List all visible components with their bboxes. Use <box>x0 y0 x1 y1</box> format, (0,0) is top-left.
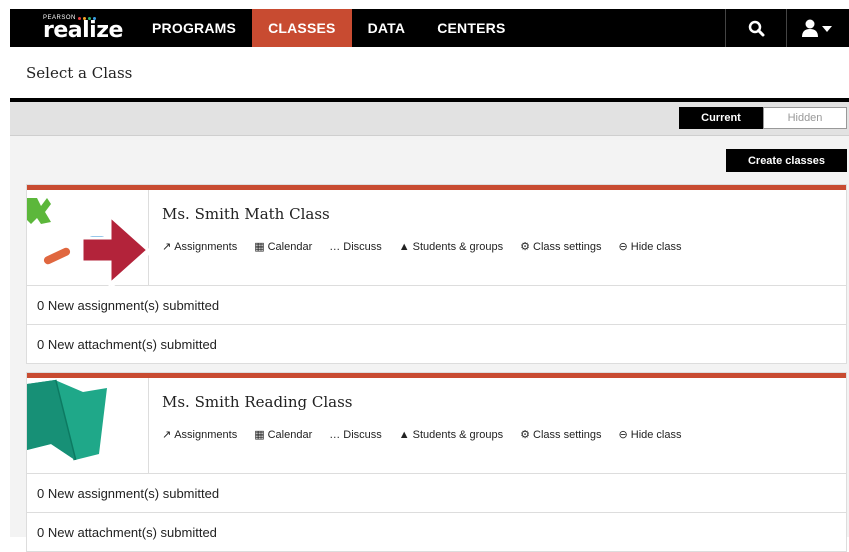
class-settings-link[interactable]: ⚙ Class settings <box>520 428 601 442</box>
nav-classes[interactable]: CLASSES <box>252 9 352 47</box>
page-title: Select a Class <box>26 64 133 82</box>
gear-icon: ⚙ <box>520 429 531 441</box>
calendar-icon: ▦ <box>254 241 265 253</box>
nav-centers[interactable]: CENTERS <box>421 9 521 47</box>
discuss-link[interactable]: … Discuss <box>329 240 382 253</box>
current-toggle[interactable]: Current <box>679 107 763 129</box>
minus-circle-icon: ⊖ <box>618 241 628 253</box>
person-icon: ▲ <box>398 428 410 441</box>
reading-class-thumbnail[interactable] <box>27 378 149 473</box>
hide-class-link[interactable]: ⊖ Hide class <box>618 428 682 442</box>
share-icon: ↗ <box>162 241 172 253</box>
user-menu-button[interactable] <box>786 9 849 47</box>
search-button[interactable] <box>725 9 786 47</box>
gear-icon: ⚙ <box>520 241 531 253</box>
attachment-status-row[interactable]: 0 New attachment(s) submitted <box>27 513 846 551</box>
open-book-image <box>27 379 107 461</box>
filter-bar: Current Hidden <box>10 102 849 136</box>
students-groups-link[interactable]: ▲ Students & groups <box>399 240 503 253</box>
user-menu-icon <box>802 19 832 37</box>
class-card: Ms. Smith Reading Class ↗ Assignments ▦ … <box>26 372 847 552</box>
current-hidden-toggle: Current Hidden <box>679 107 847 129</box>
share-icon: ↗ <box>162 429 172 441</box>
calendar-icon: ▦ <box>254 429 265 441</box>
class-actions: ↗ Assignments ▦ Calendar … Discuss ▲ Stu… <box>162 428 846 442</box>
assignment-status-row[interactable]: 0 New assignment(s) submitted <box>27 474 846 513</box>
hide-class-link[interactable]: ⊖ Hide class <box>618 240 682 254</box>
create-classes-button[interactable]: Create classes <box>726 149 847 172</box>
calendar-link[interactable]: ▦ Calendar <box>254 240 312 254</box>
realize-logo[interactable]: PEARSON realize <box>10 9 136 47</box>
minus-circle-icon: ⊖ <box>618 429 628 441</box>
class-name[interactable]: Ms. Smith Reading Class <box>162 393 846 411</box>
students-groups-link[interactable]: ▲ Students & groups <box>399 428 503 441</box>
class-name[interactable]: Ms. Smith Math Class <box>162 205 846 223</box>
brand-name: realize <box>43 18 123 43</box>
assignments-link[interactable]: ↗ Assignments <box>162 240 237 254</box>
assignments-link[interactable]: ↗ Assignments <box>162 428 237 442</box>
pointer-arrow-icon <box>80 212 152 288</box>
hidden-toggle[interactable]: Hidden <box>763 107 847 129</box>
calendar-link[interactable]: ▦ Calendar <box>254 428 312 442</box>
assignment-status-row[interactable]: 0 New assignment(s) submitted <box>27 286 846 325</box>
attachment-status-row[interactable]: 0 New attachment(s) submitted <box>27 325 846 363</box>
nav-programs[interactable]: PROGRAMS <box>136 9 252 47</box>
class-actions: ↗ Assignments ▦ Calendar … Discuss ▲ Stu… <box>162 240 846 254</box>
person-icon: ▲ <box>398 240 410 253</box>
top-nav: PEARSON realize PROGRAMS CLASSES DATA CE… <box>10 9 849 47</box>
nav-data[interactable]: DATA <box>352 9 422 47</box>
chat-icon: … <box>329 240 341 253</box>
discuss-link[interactable]: … Discuss <box>329 428 382 441</box>
chat-icon: … <box>329 428 341 441</box>
search-icon <box>748 20 764 36</box>
class-settings-link[interactable]: ⚙ Class settings <box>520 240 601 254</box>
